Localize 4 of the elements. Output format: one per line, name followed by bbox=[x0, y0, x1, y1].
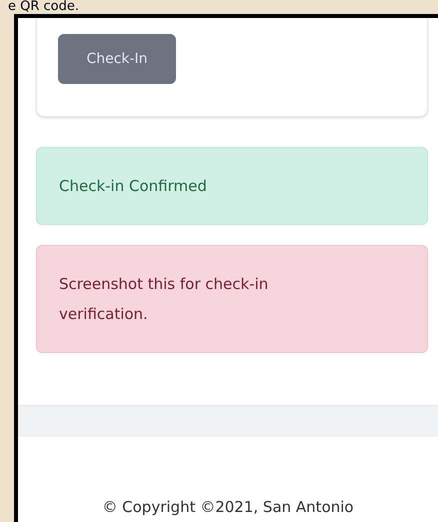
caption-text: e QR code. bbox=[8, 0, 80, 14]
copyright-text: © Copyright ©2021, San Antonio bbox=[102, 496, 354, 518]
error-alert: Screenshot this for check-in verification. bbox=[36, 245, 428, 353]
success-alert: Check-in Confirmed bbox=[36, 147, 428, 225]
